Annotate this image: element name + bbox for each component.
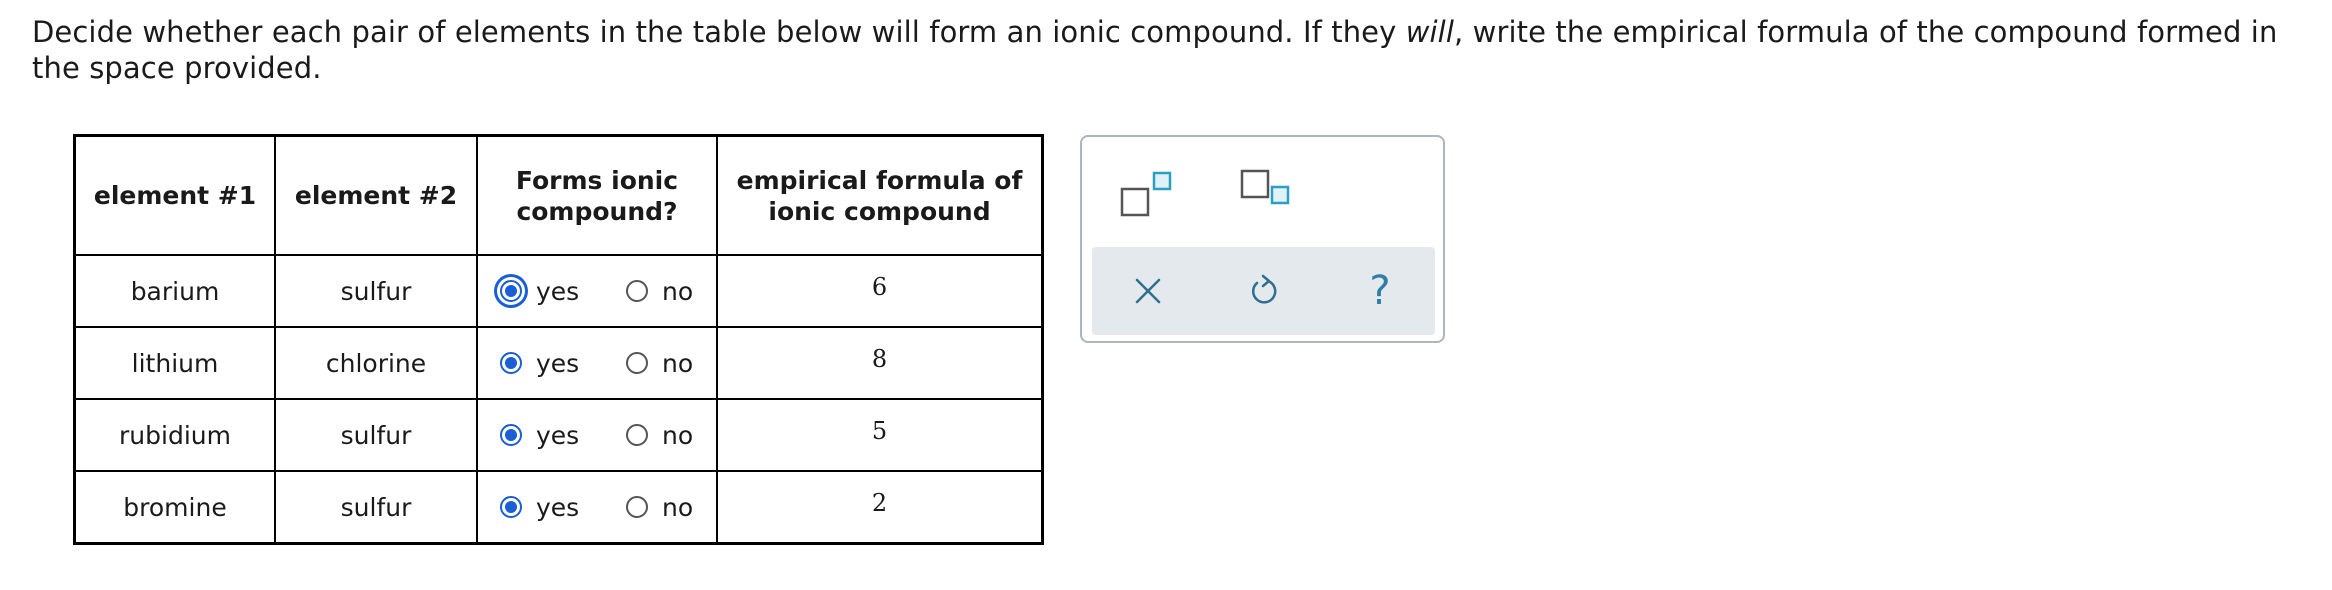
table-row: lithium chlorine yes no 8 bbox=[73, 326, 1044, 400]
question-prompt: Decide whether each pair of elements in … bbox=[32, 14, 2302, 86]
header-forms-ionic-line1: Forms ionic bbox=[515, 165, 679, 195]
no-radio[interactable] bbox=[626, 424, 648, 446]
yes-option[interactable]: yes bbox=[500, 493, 626, 522]
formula-input-cell[interactable]: 6 bbox=[716, 254, 1044, 328]
help-button[interactable]: ? bbox=[1354, 265, 1406, 317]
no-label: no bbox=[662, 348, 694, 378]
element1-cell: barium bbox=[73, 254, 276, 328]
formula-value: 2 bbox=[871, 488, 888, 517]
forms-ionic-radio-group: yes no bbox=[478, 421, 716, 450]
forms-ionic-cell: yes no bbox=[476, 254, 718, 328]
no-option[interactable]: no bbox=[626, 349, 693, 378]
no-radio[interactable] bbox=[626, 496, 648, 518]
table-header-row: element #1 element #2 Forms ionic compou… bbox=[73, 134, 1044, 256]
element2-cell: chlorine bbox=[274, 326, 478, 400]
superscript-icon bbox=[1120, 171, 1172, 217]
format-toolbar bbox=[1082, 137, 1443, 245]
yes-label: yes bbox=[536, 420, 580, 450]
subscript-button[interactable] bbox=[1236, 165, 1296, 225]
header-element2: element #2 bbox=[274, 134, 478, 256]
yes-label: yes bbox=[536, 348, 580, 378]
yes-radio[interactable] bbox=[500, 496, 522, 518]
no-radio[interactable] bbox=[626, 352, 648, 374]
answer-table: element #1 element #2 Forms ionic compou… bbox=[73, 134, 1044, 545]
prompt-text-part1: Decide whether each pair of elements in … bbox=[32, 15, 1406, 49]
no-radio[interactable] bbox=[626, 280, 648, 302]
action-toolbar: ? bbox=[1092, 247, 1435, 335]
element2-cell: sulfur bbox=[274, 254, 478, 328]
header-forms-ionic: Forms ionic compound? bbox=[476, 134, 718, 256]
prompt-emphasis: will bbox=[1405, 15, 1454, 49]
formula-input-cell[interactable]: 5 bbox=[716, 398, 1044, 472]
clear-button[interactable] bbox=[1122, 265, 1174, 317]
close-icon bbox=[1135, 278, 1161, 304]
header-element1: element #1 bbox=[73, 134, 276, 256]
superscript-button[interactable] bbox=[1118, 165, 1178, 225]
forms-ionic-cell: yes no bbox=[476, 470, 718, 545]
formula-value: 8 bbox=[871, 344, 888, 373]
element1-cell: rubidium bbox=[73, 398, 276, 472]
formula-tool-panel: ? bbox=[1080, 135, 1445, 343]
forms-ionic-radio-group: yes no bbox=[478, 349, 716, 378]
yes-label: yes bbox=[536, 276, 580, 306]
header-empirical-formula: empirical formula of ionic compound bbox=[716, 134, 1044, 256]
forms-ionic-cell: yes no bbox=[476, 326, 718, 400]
undo-icon bbox=[1252, 274, 1277, 304]
yes-label: yes bbox=[536, 492, 580, 522]
subscript-icon bbox=[1240, 169, 1290, 205]
table-row: bromine sulfur yes no 2 bbox=[73, 470, 1044, 545]
yes-option[interactable]: yes bbox=[500, 349, 626, 378]
element2-cell: sulfur bbox=[274, 470, 478, 545]
header-formula-line2: ionic compound bbox=[768, 196, 991, 226]
formula-input-cell[interactable]: 8 bbox=[716, 326, 1044, 400]
formula-value: 6 bbox=[871, 272, 888, 301]
no-option[interactable]: no bbox=[626, 277, 693, 306]
yes-radio[interactable] bbox=[500, 424, 522, 446]
header-formula-line1: empirical formula of bbox=[736, 165, 1023, 195]
yes-radio[interactable] bbox=[500, 280, 522, 302]
formula-input-cell[interactable]: 2 bbox=[716, 470, 1044, 545]
header-forms-ionic-line2: compound? bbox=[516, 196, 678, 226]
element2-cell: sulfur bbox=[274, 398, 478, 472]
help-icon: ? bbox=[1369, 268, 1391, 314]
no-label: no bbox=[662, 492, 694, 522]
element1-cell: lithium bbox=[73, 326, 276, 400]
no-label: no bbox=[662, 420, 694, 450]
forms-ionic-radio-group: yes no bbox=[478, 493, 716, 522]
no-option[interactable]: no bbox=[626, 493, 693, 522]
formula-value: 5 bbox=[871, 416, 888, 445]
forms-ionic-radio-group: yes no bbox=[478, 277, 716, 306]
table-row: rubidium sulfur yes no 5 bbox=[73, 398, 1044, 472]
forms-ionic-cell: yes no bbox=[476, 398, 718, 472]
no-option[interactable]: no bbox=[626, 421, 693, 450]
yes-radio[interactable] bbox=[500, 352, 522, 374]
table-row: barium sulfur yes no 6 bbox=[73, 254, 1044, 328]
yes-option[interactable]: yes bbox=[500, 277, 626, 306]
no-label: no bbox=[662, 276, 694, 306]
yes-option[interactable]: yes bbox=[500, 421, 626, 450]
element1-cell: bromine bbox=[73, 470, 276, 545]
undo-button[interactable] bbox=[1238, 265, 1290, 317]
